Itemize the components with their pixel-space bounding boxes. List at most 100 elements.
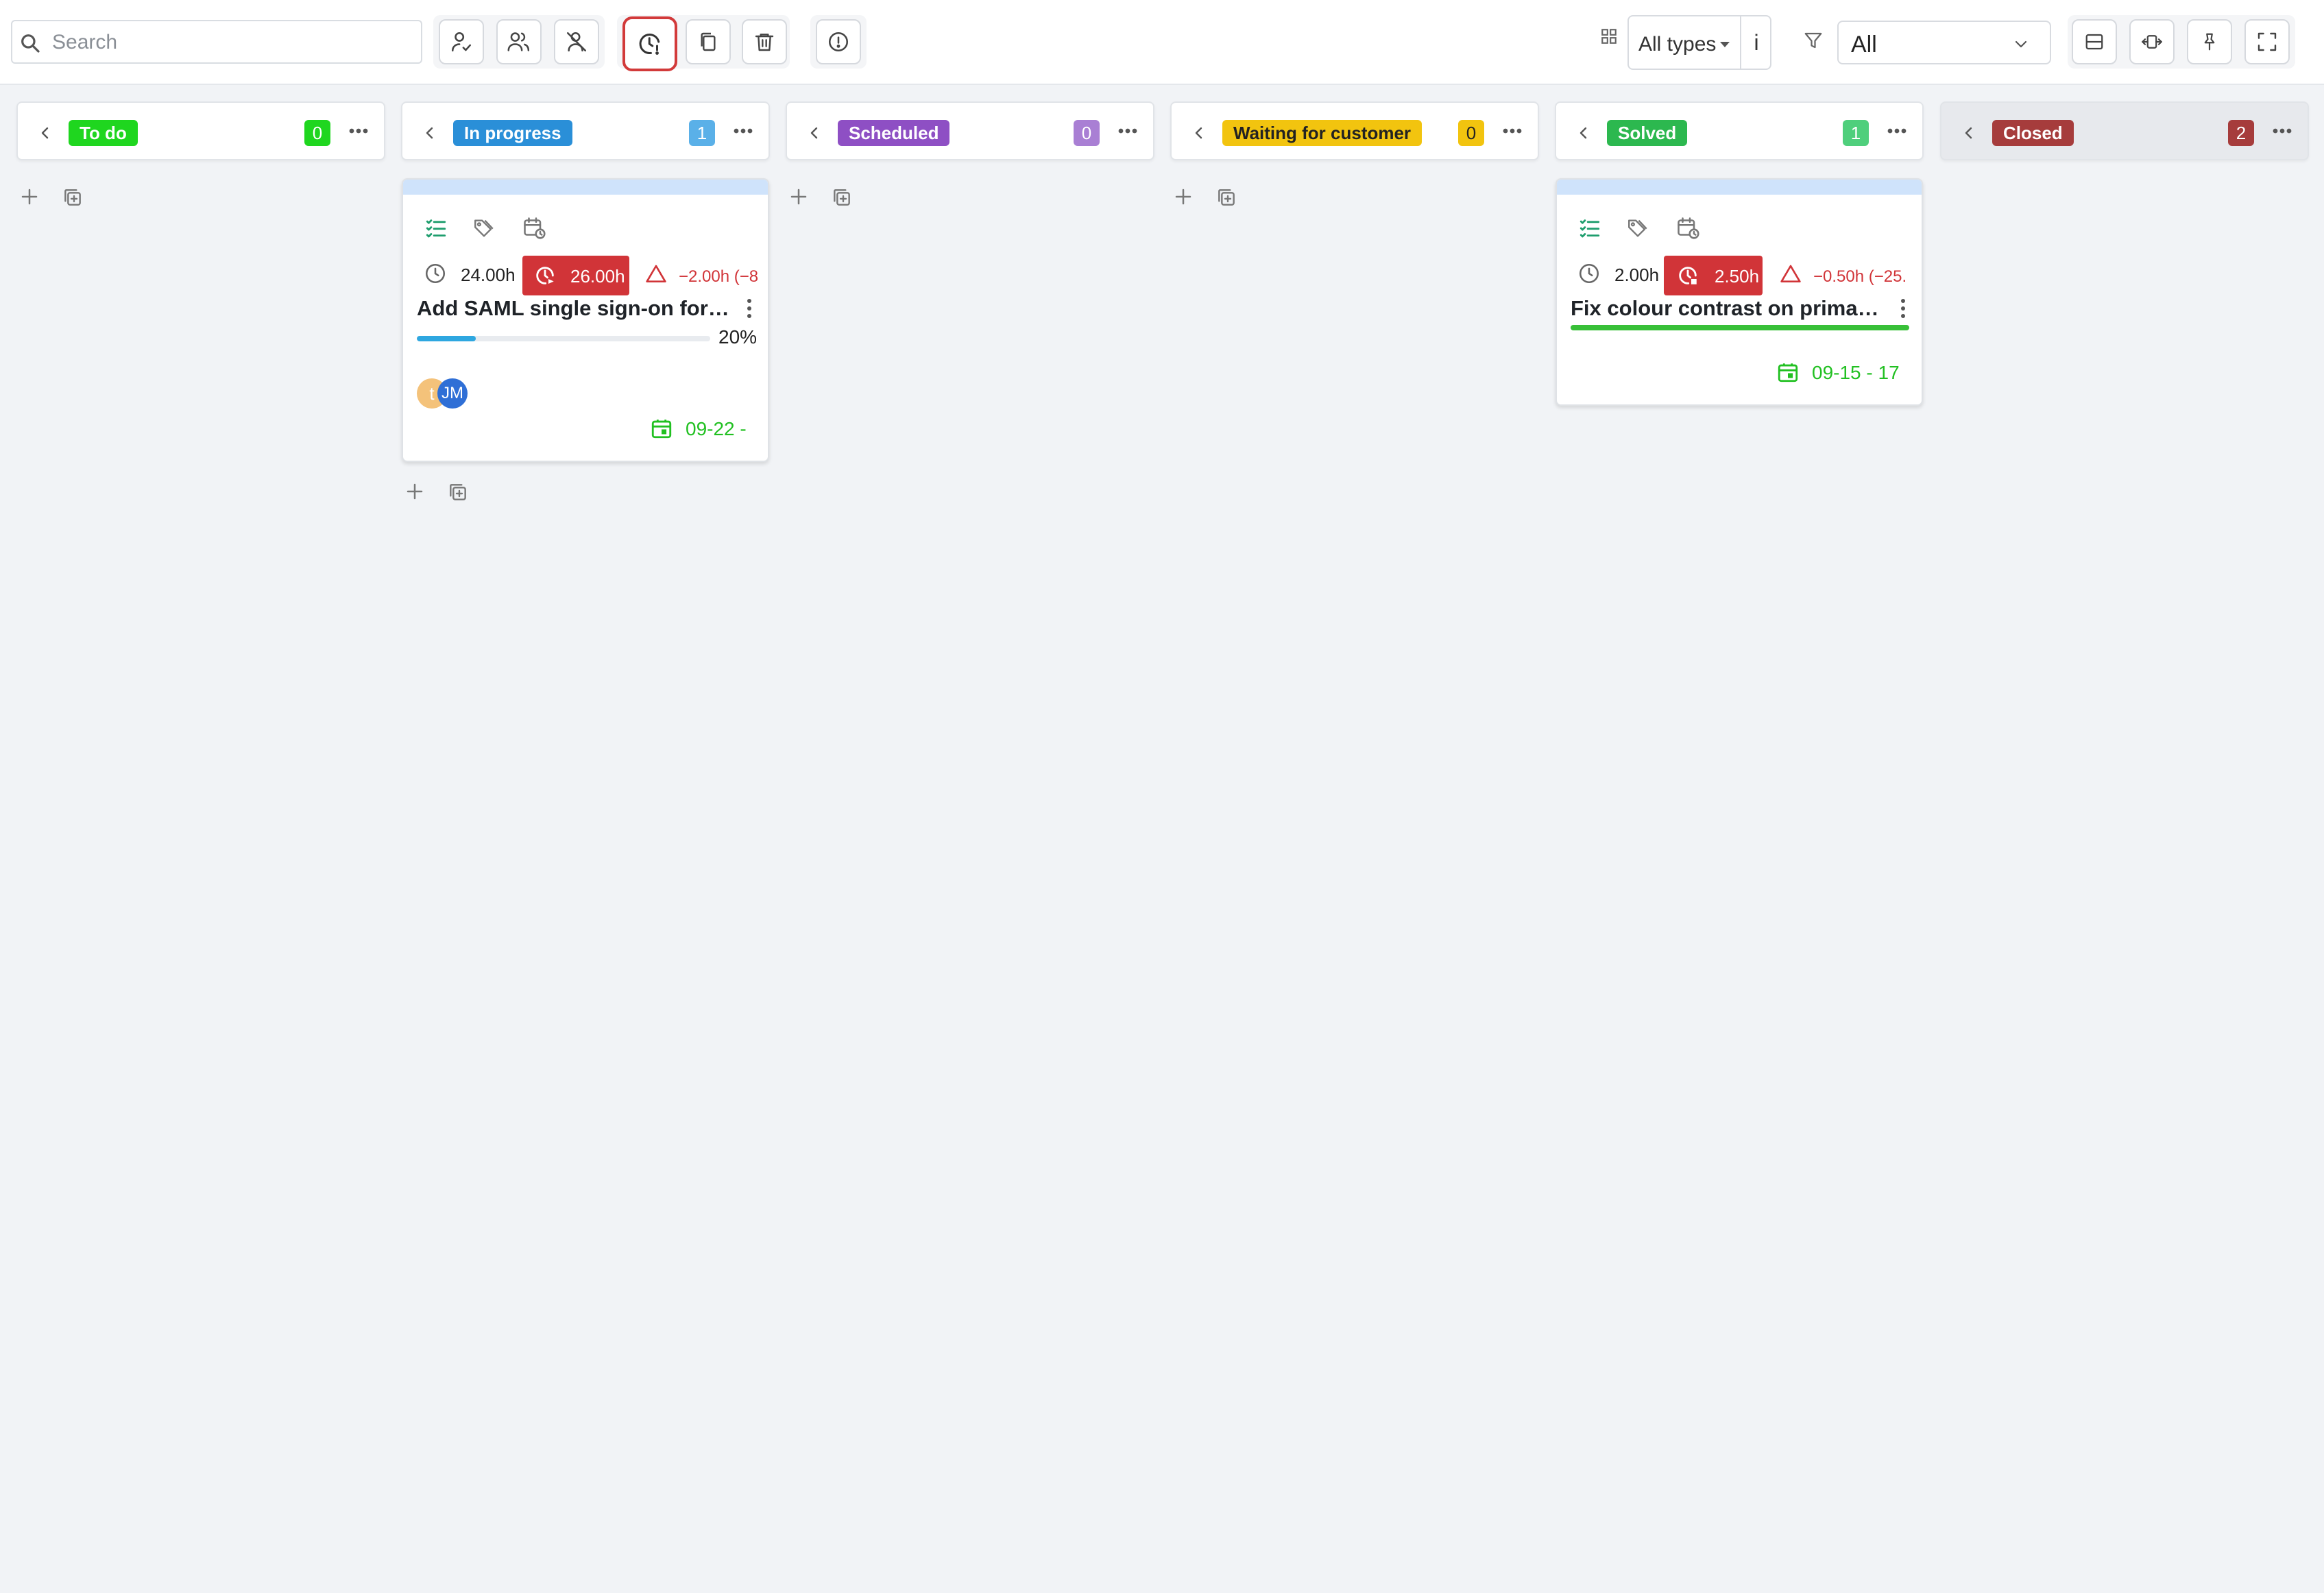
copy-icon <box>697 30 719 53</box>
compact-view-button[interactable] <box>2072 19 2117 64</box>
estimate-value: 24.00h <box>461 265 516 285</box>
tags-icon[interactable] <box>1625 217 1650 240</box>
type-info-button[interactable]: i <box>1740 16 1771 69</box>
add-card-icon[interactable] <box>404 481 425 502</box>
warning-triangle-icon <box>644 263 668 285</box>
task-card[interactable]: 24.00h 26.00h −2.00h (−8 Add SAML single… <box>402 178 769 462</box>
type-filter-select[interactable]: All types i <box>1627 15 1771 70</box>
estimate-clock-icon <box>424 262 447 285</box>
avatar-initials: JM <box>441 384 463 402</box>
add-card-icon[interactable] <box>19 186 40 207</box>
time-spent-badge[interactable]: 2.50h <box>1664 256 1763 295</box>
collapse-column-button[interactable] <box>1575 123 1592 143</box>
grid-icon <box>1600 27 1618 45</box>
progress-label: 20% <box>718 326 758 348</box>
time-spent-badge[interactable]: 26.00h <box>522 256 629 295</box>
column-menu-icon[interactable] <box>348 127 369 134</box>
progress-bar <box>417 336 710 341</box>
calendar-clock-icon[interactable] <box>521 215 547 240</box>
estimate-clock-icon <box>1577 262 1601 285</box>
column-header-in-progress: In progress 1 <box>401 101 770 160</box>
fullscreen-icon <box>2256 31 2278 53</box>
filter-icon <box>1803 30 1824 51</box>
collapse-column-button[interactable] <box>806 123 823 143</box>
column-header-waiting-for-customer: Waiting for customer 0 <box>1170 101 1539 160</box>
column-count: 1 <box>689 120 715 146</box>
timer-icon <box>533 264 557 287</box>
card-color-stripe <box>403 180 768 195</box>
status-badge: Closed <box>1992 120 2074 146</box>
collapse-column-button[interactable] <box>422 123 438 143</box>
add-card-icon[interactable] <box>1173 186 1194 207</box>
user-slash-icon <box>565 30 588 53</box>
users-icon <box>507 30 531 53</box>
column-menu-icon[interactable] <box>1117 127 1138 134</box>
card-color-stripe <box>1557 180 1922 195</box>
collapse-column-button[interactable] <box>1961 123 1977 143</box>
column-menu-icon[interactable] <box>733 127 753 134</box>
report-button[interactable] <box>816 19 861 64</box>
add-card-icon[interactable] <box>788 186 809 207</box>
expand-columns-button[interactable] <box>2129 19 2175 64</box>
tags-icon[interactable] <box>472 217 496 240</box>
status-badge: To do <box>69 120 138 146</box>
timer-stop-icon <box>1676 264 1699 287</box>
add-from-template-icon[interactable] <box>831 186 853 208</box>
overrun-value: −0.50h (−25. <box>1813 267 1907 286</box>
pin-icon <box>2199 31 2220 53</box>
card-menu-icon[interactable] <box>1900 297 1907 319</box>
checklist-icon[interactable] <box>1577 217 1602 240</box>
add-from-template-icon[interactable] <box>1215 186 1237 208</box>
card-menu-icon[interactable] <box>746 297 753 319</box>
alert-circle-icon <box>827 30 850 53</box>
pin-button[interactable] <box>2187 19 2232 64</box>
warning-triangle-icon <box>1779 263 1802 285</box>
caret-down-icon <box>1718 40 1732 49</box>
delete-button[interactable] <box>742 19 787 64</box>
estimate-value: 2.00h <box>1614 265 1660 285</box>
time-tracking-button[interactable] <box>622 16 677 71</box>
progress-fill <box>417 336 476 341</box>
search-input[interactable] <box>51 28 410 57</box>
add-from-template-icon[interactable] <box>447 481 469 503</box>
copy-button[interactable] <box>686 19 731 64</box>
fullscreen-button[interactable] <box>2244 19 2290 64</box>
column-count: 0 <box>1074 120 1100 146</box>
card-title[interactable]: Fix colour contrast on primary b... <box>1571 296 1886 321</box>
collapse-column-button[interactable] <box>37 123 53 143</box>
user-check-icon <box>450 30 473 53</box>
column-menu-icon[interactable] <box>1887 127 1907 134</box>
add-from-template-icon[interactable] <box>62 186 84 208</box>
column-menu-icon[interactable] <box>2272 127 2292 134</box>
avatar[interactable]: JM <box>437 378 468 409</box>
status-badge: Scheduled <box>838 120 950 146</box>
column-count: 2 <box>2228 120 2254 146</box>
trash-icon <box>753 30 775 53</box>
checklist-icon[interactable] <box>424 217 448 240</box>
unassigned-button[interactable] <box>554 19 599 64</box>
column-header-scheduled: Scheduled 0 <box>786 101 1154 160</box>
calendar-clock-icon[interactable] <box>1675 215 1701 240</box>
column-count: 0 <box>304 120 330 146</box>
column-header-closed: Closed 2 <box>1940 101 2309 160</box>
due-date: 09-15 - 17 <box>1812 362 1900 383</box>
team-button[interactable] <box>496 19 542 64</box>
column-count: 0 <box>1458 120 1484 146</box>
clock-alert-icon <box>638 32 662 56</box>
rows-icon <box>2084 32 2105 52</box>
chevron-down-icon <box>2011 36 2031 52</box>
search-icon <box>19 32 41 54</box>
task-card[interactable]: 2.00h 2.50h −0.50h (−25. Fix colour cont… <box>1556 178 1923 406</box>
search-box[interactable] <box>11 20 422 64</box>
assigned-to-me-button[interactable] <box>439 19 484 64</box>
status-badge: Waiting for customer <box>1222 120 1423 146</box>
time-spent-value: 2.50h <box>1715 266 1760 287</box>
status-badge: In progress <box>453 120 572 146</box>
time-spent-value: 26.00h <box>570 266 625 287</box>
card-title[interactable]: Add SAML single sign-on for staf... <box>417 296 732 321</box>
status-filter-select[interactable]: All <box>1837 21 2051 64</box>
status-filter-value: All <box>1851 32 1877 58</box>
avatar-initials: t <box>429 382 435 404</box>
column-menu-icon[interactable] <box>1502 127 1523 134</box>
collapse-column-button[interactable] <box>1191 123 1207 143</box>
